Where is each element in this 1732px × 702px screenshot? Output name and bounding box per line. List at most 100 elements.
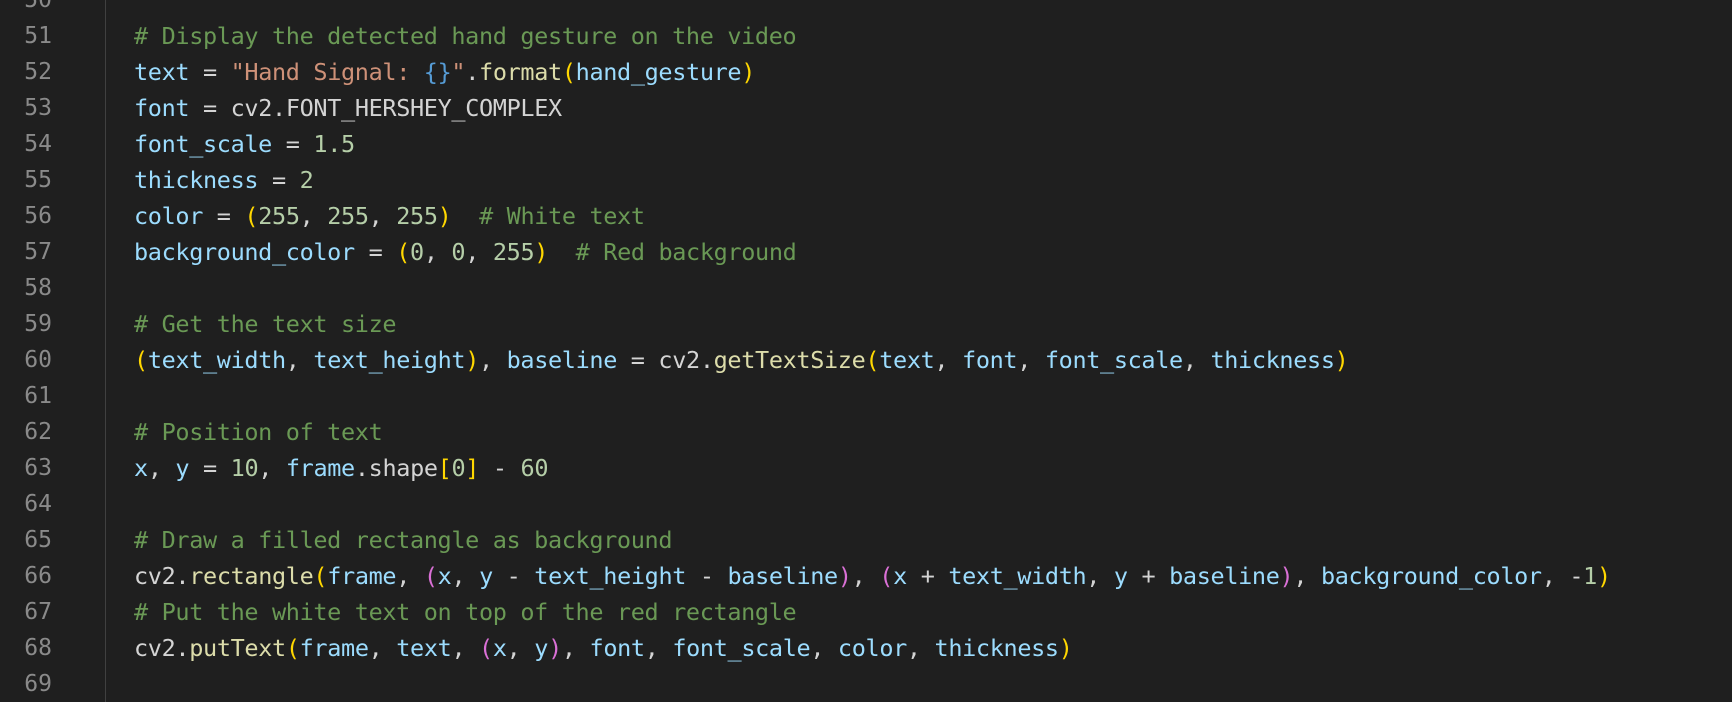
code-token: , [285, 346, 314, 374]
line-number: 67 [24, 599, 52, 625]
code-token: ( [396, 238, 410, 266]
code-token: x [893, 562, 907, 590]
code-token: # Red background [575, 238, 797, 266]
code-line[interactable]: 51 # Display the detected hand gesture on… [0, 18, 1732, 54]
code-token: baseline [1169, 562, 1280, 590]
code-token: y [534, 634, 549, 662]
code-token: , [1541, 562, 1570, 590]
code-token: ) [1596, 562, 1611, 590]
code-line[interactable]: 60 (text_width, text_height), baseline = … [0, 342, 1732, 378]
code-token: = [617, 346, 659, 374]
line-code[interactable]: cv2.rectangle(frame, (x, y - text_height… [134, 558, 1611, 594]
code-line[interactable]: 61 [0, 378, 1732, 414]
code-token: x [134, 454, 148, 482]
code-token: ) [548, 634, 562, 662]
code-token: # White text [479, 202, 645, 230]
code-token: frame [299, 634, 369, 662]
code-line[interactable]: 62 # Position of text [0, 414, 1732, 450]
line-code[interactable]: text = "Hand Signal: {}".format(hand_ges… [134, 54, 755, 90]
code-token: shape [368, 454, 438, 482]
code-token: - [479, 454, 521, 482]
code-token: 0 [451, 238, 466, 266]
code-token: = [271, 130, 314, 158]
code-token: font [962, 346, 1018, 374]
line-code[interactable]: thickness = 2 [134, 162, 314, 198]
code-token: , [147, 454, 176, 482]
line-code[interactable]: # Draw a filled rectangle as background [134, 522, 672, 558]
code-token: text_width [948, 562, 1087, 590]
line-number: 54 [24, 131, 52, 157]
code-token: color [837, 634, 907, 662]
code-line[interactable]: 64 [0, 486, 1732, 522]
code-line[interactable]: 65 # Draw a filled rectangle as backgroun… [0, 522, 1732, 558]
code-line[interactable]: 67 # Put the white text on top of the red… [0, 594, 1732, 630]
line-code[interactable]: background_color = (0, 0, 255) # Red bac… [134, 234, 797, 270]
code-token: {} [423, 58, 452, 86]
code-token: , [506, 634, 535, 662]
code-token: , [368, 634, 397, 662]
code-line[interactable]: 56 color = (255, 255, 255) # White text [0, 198, 1732, 234]
code-token: text_height [534, 562, 687, 590]
code-token: ) [1279, 562, 1294, 590]
code-token: 255 [396, 202, 438, 230]
code-token: + [1127, 562, 1170, 590]
code-line[interactable]: 68 cv2.putText(frame, text, (x, y), font,… [0, 630, 1732, 666]
code-line[interactable]: 55 thickness = 2 [0, 162, 1732, 198]
code-lines[interactable]: 50 51 # Display the detected hand gesture … [0, 0, 1732, 702]
code-token: . [175, 634, 190, 662]
line-number: 53 [24, 95, 52, 121]
code-token: thickness [134, 166, 259, 194]
code-token: , [906, 634, 935, 662]
code-line[interactable]: 63 x, y = 10, frame.shape[0] - 60 [0, 450, 1732, 486]
code-line[interactable]: 59 # Get the text size [0, 306, 1732, 342]
line-code[interactable]: font = cv2.FONT_HERSHEY_COMPLEX [134, 90, 562, 126]
code-line[interactable]: 69 [0, 666, 1732, 702]
code-token: ) [465, 346, 479, 374]
code-line[interactable]: 53 font = cv2.FONT_HERSHEY_COMPLEX [0, 90, 1732, 126]
code-token: # Display the detected hand gesture on t… [134, 22, 797, 50]
line-code[interactable]: # Get the text size [134, 306, 397, 342]
code-editor[interactable]: 50 51 # Display the detected hand gesture … [0, 0, 1732, 702]
code-token: = [354, 238, 397, 266]
code-token: 255 [327, 202, 369, 230]
code-token: baseline [727, 562, 838, 590]
line-number: 63 [24, 455, 52, 481]
code-token: text [396, 634, 452, 662]
code-token: , [299, 202, 328, 230]
code-token: text [134, 58, 190, 86]
code-token: [ [437, 454, 452, 482]
line-code[interactable]: x, y = 10, frame.shape[0] - 60 [134, 450, 548, 486]
code-token: ) [437, 202, 452, 230]
code-line[interactable]: 57 background_color = (0, 0, 255) # Red b… [0, 234, 1732, 270]
code-token: , [1293, 562, 1321, 590]
code-line[interactable]: 66 cv2.rectangle(frame, (x, y - text_heig… [0, 558, 1732, 594]
line-code[interactable]: (text_width, text_height), baseline = cv… [134, 342, 1349, 378]
code-token: 1.5 [313, 130, 355, 158]
code-line[interactable]: 54 font_scale = 1.5 [0, 126, 1732, 162]
code-line[interactable]: 58 [0, 270, 1732, 306]
code-token: format [479, 58, 562, 86]
code-token: , [396, 562, 424, 590]
code-token: 60 [520, 454, 549, 482]
line-code[interactable]: # Position of text [134, 414, 383, 450]
line-code[interactable]: # Put the white text on top of the red r… [134, 594, 797, 630]
line-code[interactable]: cv2.putText(frame, text, (x, y), font, f… [134, 630, 1073, 666]
code-token: = [189, 58, 231, 86]
code-token: putText [189, 634, 286, 662]
line-code[interactable]: color = (255, 255, 255) # White text [134, 198, 645, 234]
code-line[interactable]: 52 text = "Hand Signal: {}".format(hand_g… [0, 54, 1732, 90]
code-token: 255 [492, 238, 535, 266]
line-number: 64 [24, 491, 52, 517]
line-code[interactable]: font_scale = 1.5 [134, 126, 355, 162]
code-line[interactable]: 50 [0, 0, 1732, 18]
code-token: hand_gesture [575, 58, 742, 86]
code-token: # Draw a filled rectangle as background [134, 526, 673, 554]
code-token: 0 [410, 238, 424, 266]
code-token: text_width [147, 346, 286, 374]
code-token: , [423, 238, 452, 266]
code-token: ( [423, 562, 438, 590]
code-token: , [451, 562, 480, 590]
code-token: 2 [299, 166, 314, 194]
line-code[interactable]: # Display the detected hand gesture on t… [134, 18, 797, 54]
